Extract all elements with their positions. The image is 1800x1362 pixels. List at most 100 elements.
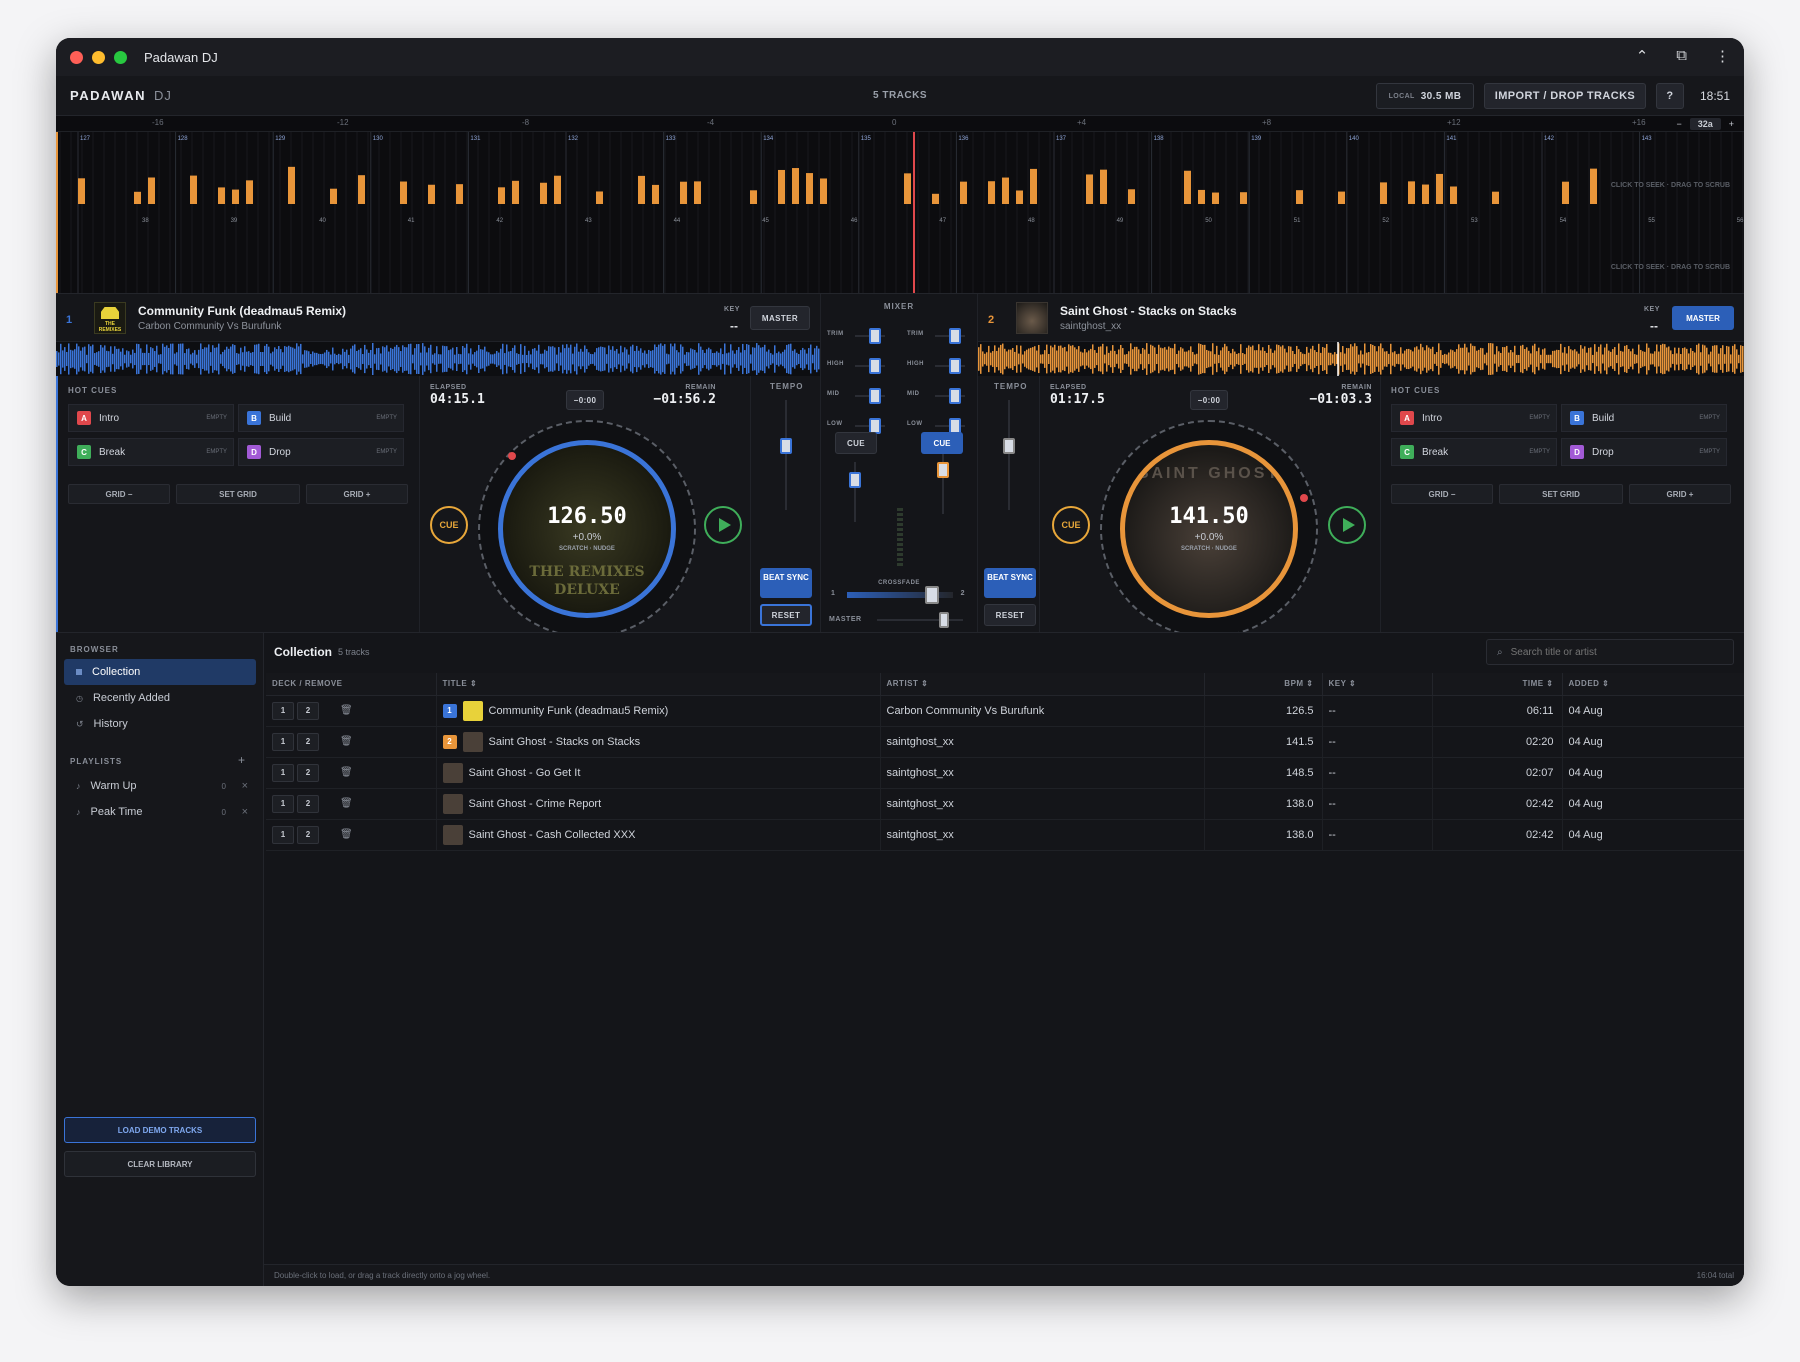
deck-2-offset-button[interactable]: −0:00: [1190, 390, 1228, 410]
deck-2-grid-minus-button[interactable]: GRID −: [1391, 484, 1493, 504]
deck-1-reset-button[interactable]: RESET: [760, 604, 812, 626]
waveform-sample: [1356, 346, 1358, 372]
extension-icon[interactable]: ⧉: [1676, 47, 1687, 65]
deck-1-hot-cue-b[interactable]: B Build EMPTY: [238, 404, 404, 432]
deck-2-waveform[interactable]: [978, 342, 1744, 376]
load-to-deck-1-button[interactable]: 1: [272, 825, 294, 844]
deck-1-offset-button[interactable]: −0:00: [566, 390, 604, 410]
deck-1-title: Community Funk (deadmau5 Remix): [138, 304, 347, 318]
channel-1-fader[interactable]: [849, 472, 861, 488]
table-row[interactable]: 1 2 🗑 2 Saint Ghost - Stacks on Stacks saintg…: [266, 726, 1744, 758]
deck-1-tempo-fader[interactable]: [780, 438, 792, 454]
deck-2-hot-cue-d[interactable]: D Drop EMPTY: [1561, 438, 1727, 466]
deck-1-waveform[interactable]: [56, 342, 820, 376]
minimize-window-button[interactable]: [92, 50, 105, 64]
load-to-deck-2-button[interactable]: 2: [297, 763, 319, 782]
eq-mid-2-knob[interactable]: [949, 388, 961, 404]
mixer-cue-2-button[interactable]: CUE: [921, 432, 963, 454]
playlist-warm-up[interactable]: ♪ Warm Up 0 ×: [64, 773, 256, 799]
deck-1-hot-cue-c[interactable]: C Break EMPTY: [68, 438, 234, 466]
remove-playlist-icon[interactable]: ×: [242, 780, 248, 792]
load-to-deck-2-button[interactable]: 2: [297, 732, 319, 751]
help-button[interactable]: ?: [1655, 83, 1684, 109]
col-title[interactable]: TITLE ⇕: [436, 673, 881, 696]
col-key[interactable]: KEY ⇕: [1322, 673, 1433, 696]
deck-2-reset-button[interactable]: RESET: [984, 604, 1036, 626]
zoom-in-button[interactable]: +: [1729, 119, 1734, 129]
load-to-deck-1-button[interactable]: 1: [272, 763, 294, 782]
deck-1-grid-plus-button[interactable]: GRID +: [306, 484, 408, 504]
trash-icon[interactable]: 🗑: [340, 736, 353, 747]
col-bpm[interactable]: BPM ⇕: [1204, 673, 1323, 696]
load-to-deck-1-button[interactable]: 1: [272, 701, 294, 720]
load-demo-tracks-button[interactable]: LOAD DEMO TRACKS: [64, 1117, 256, 1143]
channel-2-fader[interactable]: [937, 462, 949, 478]
eq-high-2-knob[interactable]: [949, 358, 961, 374]
waveform-sample: [622, 352, 624, 366]
waveform-sample: [336, 354, 338, 364]
col-time[interactable]: TIME ⇕: [1432, 673, 1563, 696]
load-to-deck-2-button[interactable]: 2: [297, 825, 319, 844]
deck-1-hot-cue-a[interactable]: A Intro EMPTY: [68, 404, 234, 432]
trash-icon[interactable]: 🗑: [340, 829, 353, 840]
deck-2-hot-cue-c[interactable]: C Break EMPTY: [1391, 438, 1557, 466]
table-row[interactable]: 1 2 🗑 1 Community Funk (deadmau5 Remix) Carbo…: [266, 695, 1744, 727]
table-row[interactable]: 1 2 🗑 Saint Ghost - Go Get It saintghost_xx 1…: [266, 757, 1744, 789]
deck-1-jog-wheel[interactable]: THE REMIXES DELUXE 126.50 +0.0% SCRATCH …: [478, 420, 696, 638]
deck-2-beat-sync-button[interactable]: BEAT SYNC: [984, 568, 1036, 598]
eq-mid-1-knob[interactable]: [869, 388, 881, 404]
deck-1-beat-sync-button[interactable]: BEAT SYNC: [760, 568, 812, 598]
load-to-deck-2-button[interactable]: 2: [297, 794, 319, 813]
deck-2-grid-plus-button[interactable]: GRID +: [1629, 484, 1731, 504]
master-volume[interactable]: [939, 612, 950, 628]
zoom-level[interactable]: 32a: [1689, 118, 1721, 130]
eq-high-1-knob[interactable]: [869, 358, 881, 374]
deck-2-master-button[interactable]: MASTER: [1672, 306, 1734, 330]
sidebar-item-collection[interactable]: Collection: [64, 659, 256, 685]
playlist-peak-time[interactable]: ♪ Peak Time 0 ×: [64, 799, 256, 825]
trash-icon[interactable]: 🗑: [340, 705, 353, 716]
search-input[interactable]: [1510, 646, 1721, 658]
col-added[interactable]: ADDED ⇕: [1562, 673, 1744, 696]
mixer-cue-1-button[interactable]: CUE: [835, 432, 877, 454]
more-menu-icon[interactable]: ⋮: [1715, 47, 1730, 65]
deck-2-jog-wheel[interactable]: SAINT GHOST 141.50 +0.0% SCRATCH · NUDGE: [1100, 420, 1318, 638]
crossfader[interactable]: [925, 586, 940, 604]
deck-2-cue-button[interactable]: CUE: [1052, 506, 1090, 544]
load-to-deck-2-button[interactable]: 2: [297, 701, 319, 720]
deck-1-hot-cue-d[interactable]: D Drop EMPTY: [238, 438, 404, 466]
deck-2-hot-cue-b[interactable]: B Build EMPTY: [1561, 404, 1727, 432]
overview-waveform[interactable]: -16 -12 -8 -4 0 +4 +8 +12 +16 − 32a + 127 128 129 1…: [56, 116, 1744, 294]
chevron-up-icon[interactable]: ⌃: [1636, 47, 1649, 65]
table-row[interactable]: 1 2 🗑 Saint Ghost - Cash Collected XXX saint…: [266, 819, 1744, 851]
eq-trim-2-knob[interactable]: [949, 328, 961, 344]
clear-library-button[interactable]: CLEAR LIBRARY: [64, 1151, 256, 1177]
deck-1-grid-minus-button[interactable]: GRID −: [68, 484, 170, 504]
deck-2-set-grid-button[interactable]: SET GRID: [1499, 484, 1623, 504]
trash-icon[interactable]: 🗑: [340, 798, 353, 809]
sidebar-item-recently-added[interactable]: ◷ Recently Added: [64, 685, 256, 711]
zoom-out-button[interactable]: −: [1676, 119, 1681, 129]
deck-2-hot-cue-a[interactable]: A Intro EMPTY: [1391, 404, 1557, 432]
deck-1-master-button[interactable]: MASTER: [750, 306, 810, 330]
trash-icon[interactable]: 🗑: [340, 767, 353, 778]
waveform-sample: [576, 343, 578, 375]
close-window-button[interactable]: [70, 50, 83, 64]
maximize-window-button[interactable]: [114, 50, 127, 64]
eq-trim-1-knob[interactable]: [869, 328, 881, 344]
col-artist[interactable]: ARTIST ⇕: [880, 673, 1205, 696]
deck-2-tempo-fader[interactable]: [1003, 438, 1015, 454]
add-playlist-button[interactable]: +: [238, 753, 245, 767]
import-tracks-button[interactable]: IMPORT / DROP TRACKS: [1483, 83, 1646, 109]
load-to-deck-1-button[interactable]: 1: [272, 732, 294, 751]
deck-2-play-button[interactable]: [1328, 506, 1366, 544]
deck-1-set-grid-button[interactable]: SET GRID: [176, 484, 300, 504]
load-to-deck-1-button[interactable]: 1: [272, 794, 294, 813]
sidebar-item-history[interactable]: ↺ History: [64, 711, 256, 737]
waveform-sample: [1014, 351, 1016, 367]
waveform-sample: [618, 353, 620, 365]
table-row[interactable]: 1 2 🗑 Saint Ghost - Crime Report saintghost_…: [266, 788, 1744, 820]
deck-1-play-button[interactable]: [704, 506, 742, 544]
remove-playlist-icon[interactable]: ×: [242, 806, 248, 818]
deck-1-cue-button[interactable]: CUE: [430, 506, 468, 544]
